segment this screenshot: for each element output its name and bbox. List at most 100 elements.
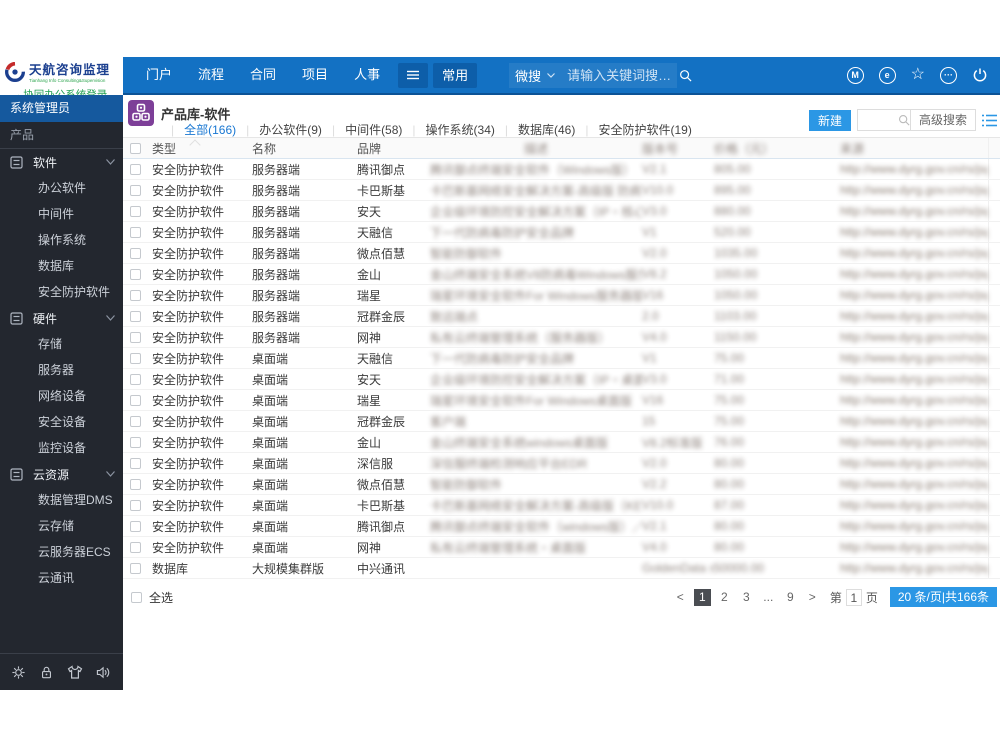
row-checkbox[interactable] xyxy=(130,520,141,532)
global-search-input[interactable]: 请输入关键词搜… xyxy=(561,62,678,88)
sidebar-item[interactable]: 云服务器ECS xyxy=(0,539,123,565)
page-number[interactable]: ... xyxy=(760,589,777,606)
advanced-search-button[interactable]: 高级搜索 xyxy=(909,110,975,130)
sidebar-item[interactable]: 操作系统 xyxy=(0,227,123,253)
column-header-source[interactable]: 来源 xyxy=(840,140,988,157)
gear-icon[interactable] xyxy=(11,665,26,680)
topnav-pinned-tab[interactable]: 常用 xyxy=(433,62,478,88)
column-header-name[interactable]: 名称 xyxy=(252,140,357,157)
row-checkbox[interactable] xyxy=(130,457,141,469)
table-row[interactable]: 安全防护软件 服务器端 瑞星 瑞星环境安全软件For Windows服务器版 V… xyxy=(123,285,1000,306)
row-checkbox[interactable] xyxy=(130,163,141,175)
sidebar-item[interactable]: 服务器 xyxy=(0,357,123,383)
page-size-info[interactable]: 20 条/页|共166条 xyxy=(889,587,997,607)
row-checkbox[interactable] xyxy=(130,541,141,553)
topnav-item[interactable]: 流程 xyxy=(185,57,237,93)
row-checkbox[interactable] xyxy=(130,268,141,280)
new-button[interactable]: 新建 xyxy=(808,109,851,131)
lock-icon[interactable] xyxy=(39,665,54,680)
table-row[interactable]: 安全防护软件 桌面端 瑞星 瑞星环境安全软件For Windows桌面版 V16… xyxy=(123,390,1000,411)
topnav-item[interactable]: 人事 xyxy=(341,57,393,93)
table-row[interactable]: 安全防护软件 服务器端 安天 企业级环境防控安全解决方案（IP・核心版） V3.… xyxy=(123,201,1000,222)
table-row[interactable]: 安全防护软件 服务器端 天融信 下一代防病毒防护安全品牌 V1 520.00 h… xyxy=(123,222,1000,243)
table-row[interactable]: 安全防护软件 桌面端 冠群金辰 客户端 15 75.00 http://www.… xyxy=(123,411,1000,432)
power-icon[interactable] xyxy=(972,67,988,83)
sidebar-item[interactable]: 存储 xyxy=(0,331,123,357)
page-number[interactable]: 9 xyxy=(782,589,799,606)
shirt-icon[interactable] xyxy=(67,664,83,680)
sidebar-item[interactable]: 云存储 xyxy=(0,513,123,539)
row-checkbox[interactable] xyxy=(130,415,141,427)
message-icon[interactable]: e xyxy=(878,66,896,84)
page-number[interactable]: 1 xyxy=(693,588,711,606)
topnav-item[interactable]: 项目 xyxy=(289,57,341,93)
page-number[interactable]: 2 xyxy=(716,589,733,606)
menu-toggle-button[interactable] xyxy=(398,62,429,88)
table-row[interactable]: 安全防护软件 桌面端 卡巴斯基 卡巴斯基网络安全解决方案-高级版（KES）-KS… xyxy=(123,495,1000,516)
header-checkbox[interactable] xyxy=(130,142,141,154)
select-all-checkbox[interactable] xyxy=(131,591,142,603)
sidebar-item[interactable]: 数据库 xyxy=(0,253,123,279)
star-icon[interactable]: ☆ xyxy=(911,67,925,83)
table-row[interactable]: 安全防护软件 服务器端 网神 私有云终端管理系统（服务器版） V4.0 1150… xyxy=(123,327,1000,348)
category-tab[interactable]: 全部(166) xyxy=(161,123,236,137)
table-row[interactable]: 安全防护软件 桌面端 网神 私有云终端管理系统・桌面版 V4.0 80.00 h… xyxy=(123,537,1000,558)
search-scope-dropdown[interactable]: 微搜 xyxy=(509,62,562,88)
table-row[interactable]: 安全防护软件 桌面端 腾讯御点 腾讯御点终端安全软件（windows版）／ V2.… xyxy=(123,516,1000,537)
more-options-icon[interactable]: ··· xyxy=(940,66,957,84)
sidebar-item[interactable]: 网络设备 xyxy=(0,383,123,409)
category-tab[interactable]: 数据库(46) xyxy=(495,123,575,137)
sidebar-item[interactable]: 办公软件 xyxy=(0,175,123,201)
table-row[interactable]: 安全防护软件 服务器端 金山 金山终端安全系统V8防病毒Windows服务器版 … xyxy=(123,264,1000,285)
row-checkbox[interactable] xyxy=(130,352,141,364)
table-row[interactable]: 安全防护软件 桌面端 金山 金山终端安全系统windows桌面版 V8.2标准版… xyxy=(123,432,1000,453)
topnav-item[interactable]: 门户 xyxy=(133,57,185,93)
row-checkbox[interactable] xyxy=(130,310,141,322)
table-search-input[interactable] xyxy=(858,110,898,130)
page-jump-input[interactable]: 1 xyxy=(845,588,862,606)
next-page-button[interactable]: > xyxy=(804,589,821,606)
row-checkbox[interactable] xyxy=(130,247,141,259)
column-header-brand[interactable]: 品牌 xyxy=(357,140,430,157)
row-checkbox[interactable] xyxy=(130,499,141,511)
row-checkbox[interactable] xyxy=(130,184,141,196)
sidebar-item[interactable]: 安全防护软件 xyxy=(0,279,123,305)
column-header-version[interactable]: 版本号 xyxy=(642,140,714,157)
table-row[interactable]: 安全防护软件 服务器端 微点佰慧 智能防御软件 V2.0 1035.00 htt… xyxy=(123,243,1000,264)
row-checkbox[interactable] xyxy=(130,373,141,385)
list-view-icon[interactable] xyxy=(982,114,997,127)
table-row[interactable]: 安全防护软件 服务器端 冠群金辰 致远端点 2.0 1103.00 http:/… xyxy=(123,306,1000,327)
sidebar-group-header[interactable]: 硬件 xyxy=(0,305,123,331)
table-row[interactable]: 数据库 大规模集群版 中兴通讯 GoldenData s... 50000.00… xyxy=(123,558,1000,579)
row-checkbox[interactable] xyxy=(130,478,141,490)
table-row[interactable]: 安全防护软件 桌面端 微点佰慧 智能防御软件 V2.2 80.00 http:/… xyxy=(123,474,1000,495)
sidebar-item[interactable]: 安全设备 xyxy=(0,409,123,435)
speaker-icon[interactable] xyxy=(96,665,112,680)
table-row[interactable]: 安全防护软件 桌面端 天融信 下一代防病毒防护安全品牌 V1 75.00 htt… xyxy=(123,348,1000,369)
sidebar-item[interactable]: 监控设备 xyxy=(0,435,123,461)
prev-page-button[interactable]: < xyxy=(672,589,689,606)
category-tab[interactable]: 操作系统(34) xyxy=(402,123,494,137)
table-row[interactable]: 安全防护软件 服务器端 卡巴斯基 卡巴斯基网络安全解决方案-高级版 防病毒...… xyxy=(123,180,1000,201)
row-checkbox[interactable] xyxy=(130,394,141,406)
row-checkbox[interactable] xyxy=(130,205,141,217)
category-tab[interactable]: 办公软件(9) xyxy=(236,123,322,137)
m-badge-icon[interactable]: M xyxy=(846,66,864,84)
topnav-item[interactable]: 合同 xyxy=(237,57,289,93)
table-row[interactable]: 安全防护软件 桌面端 深信服 深信服终端检测响应平台EDR V2.0 80.00… xyxy=(123,453,1000,474)
sidebar-item[interactable]: 数据管理DMS xyxy=(0,487,123,513)
row-checkbox[interactable] xyxy=(130,226,141,238)
sidebar-item[interactable]: 中间件 xyxy=(0,201,123,227)
sidebar-group-header[interactable]: 软件 xyxy=(0,149,123,175)
sidebar-item[interactable]: 云通讯 xyxy=(0,565,123,591)
column-header-desc[interactable]: 描述 xyxy=(430,140,642,157)
table-row[interactable]: 安全防护软件 服务器端 腾讯御点 腾讯御点终端安全软件（Windows版） V2… xyxy=(123,159,1000,180)
sidebar-group-header[interactable]: 云资源 xyxy=(0,461,123,487)
row-checkbox[interactable] xyxy=(130,562,141,574)
page-number[interactable]: 3 xyxy=(738,589,755,606)
row-checkbox[interactable] xyxy=(130,436,141,448)
column-header-price[interactable]: 价格（元） xyxy=(714,140,840,157)
category-tab[interactable]: 中间件(58) xyxy=(322,123,402,137)
table-row[interactable]: 安全防护软件 桌面端 安天 企业级环境防控安全解决方案（IP・桌面版） V3.0… xyxy=(123,369,1000,390)
row-checkbox[interactable] xyxy=(130,289,141,301)
